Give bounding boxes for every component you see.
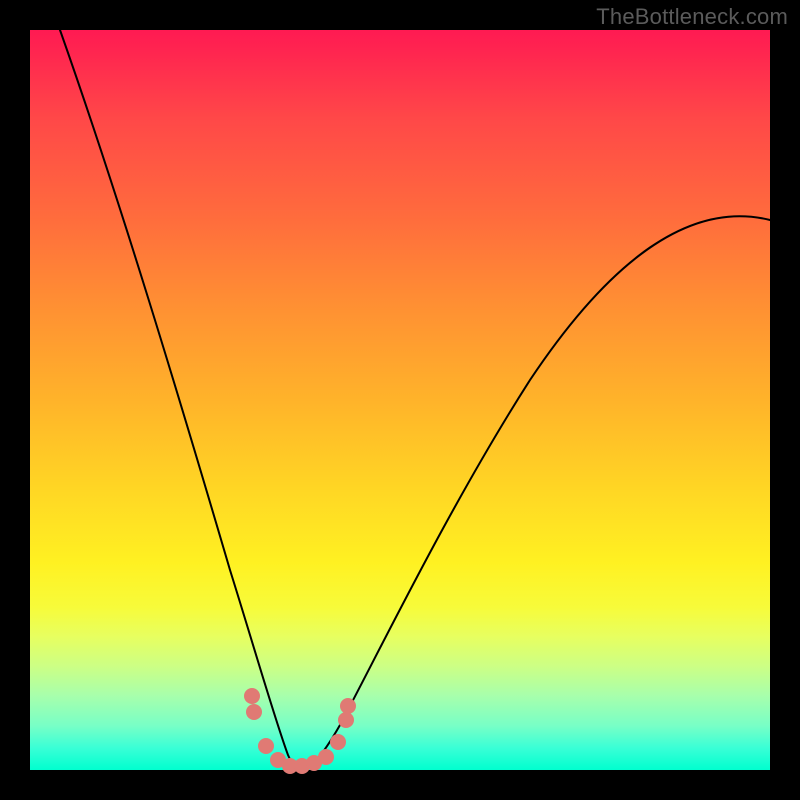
- highlight-dots: [244, 688, 356, 774]
- curve-svg: [30, 30, 770, 770]
- chart-frame: TheBottleneck.com: [0, 0, 800, 800]
- bottleneck-curve: [60, 30, 770, 768]
- watermark-text: TheBottleneck.com: [596, 4, 788, 30]
- plot-area: [30, 30, 770, 770]
